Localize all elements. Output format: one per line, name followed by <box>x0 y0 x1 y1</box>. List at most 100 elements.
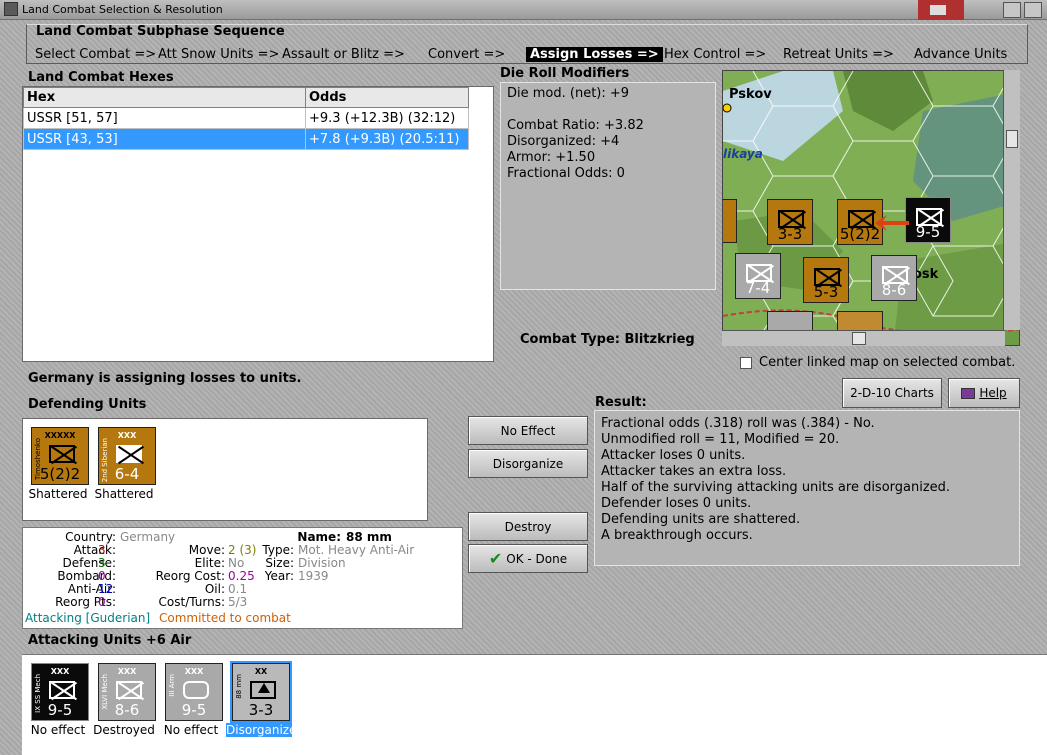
center-map-checkbox[interactable] <box>740 357 752 369</box>
attacking-unit-status: Destroyed <box>93 723 155 737</box>
modifier-combat-ratio: Combat Ratio: +3.82 <box>507 118 644 133</box>
modifier-armor: Armor: +1.50 <box>507 150 596 165</box>
result-line: Fractional odds (.318) roll was (.384) -… <box>601 416 875 431</box>
table-row[interactable]: USSR [51, 57] +9.3 (+12.3B) (32:12) <box>23 107 469 129</box>
unit-name: III Arm <box>168 674 176 697</box>
combat-type-label: Combat Type: Blitzkrieg <box>520 332 695 347</box>
map-counter[interactable]: 7-4 <box>735 253 781 299</box>
seq-select-combat: Select Combat => <box>35 47 157 62</box>
germany-flag-icon <box>918 0 964 20</box>
close-button[interactable] <box>1024 2 1042 18</box>
defending-unit-status: Shattered <box>94 487 154 501</box>
seq-assign-losses: Assign Losses => <box>526 47 663 62</box>
reorg-pts-label: Reorg Pts: <box>55 595 116 609</box>
map-label-river: likaya <box>723 147 763 161</box>
defending-unit-counter[interactable]: XXX 2nd Siberian 6-4 <box>98 427 156 485</box>
result-header: Result: <box>595 395 647 410</box>
counter-strength: 7-4 <box>745 279 771 297</box>
ok-done-label: OK - Done <box>506 551 568 566</box>
map-counter[interactable]: 3-3 <box>767 199 813 245</box>
seq-hex-control: Hex Control => <box>664 47 767 62</box>
defending-units-header: Defending Units <box>28 397 147 412</box>
unit-strength: 6-4 <box>114 465 140 483</box>
die-roll-modifiers-panel: Die mod. (net): +9 Combat Ratio: +3.82 D… <box>500 82 716 290</box>
result-line: Defender loses 0 units. <box>601 496 752 511</box>
die-roll-modifiers-header: Die Roll Modifiers <box>500 66 630 81</box>
center-map-label: Center linked map on selected combat. <box>759 355 1016 370</box>
unit-strength: 9-5 <box>47 701 73 719</box>
window-title: Land Combat Selection & Resolution <box>22 3 223 16</box>
counter-strength: 3-3 <box>777 225 803 243</box>
hex-table: Hex Odds USSR [51, 57] +9.3 (+12.3B) (32… <box>23 87 469 150</box>
unit-name: 88 mm <box>235 674 243 699</box>
result-line: Defending units are shattered. <box>601 512 801 527</box>
help-label: Help <box>979 386 1007 400</box>
seq-retreat-units: Retreat Units => <box>783 47 894 62</box>
result-panel: Fractional odds (.318) roll was (.384) -… <box>594 410 1020 566</box>
attacking-unit-status: Disorganized <box>226 723 305 737</box>
map-counter[interactable]: 5-3 <box>803 257 849 303</box>
year-label: Year: <box>264 569 294 583</box>
result-line: A breakthrough occurs. <box>601 528 753 543</box>
map-label-pskov: Pskov <box>729 87 772 102</box>
attacking-unit-counter[interactable]: XXX IX SS Mech 9-5 <box>31 663 89 721</box>
combat-commit-status: Committed to combat <box>159 611 291 625</box>
country-value: Germany <box>120 530 176 544</box>
minimize-button[interactable] <box>1003 2 1021 18</box>
odds-cell[interactable]: +9.3 (+12.3B) (32:12) <box>305 107 469 129</box>
seq-assault-or-blitz: Assault or Blitz => <box>282 47 405 62</box>
column-hex[interactable]: Hex <box>23 87 306 108</box>
disorganize-button[interactable]: Disorganize <box>468 449 588 478</box>
mini-map[interactable]: Pskov likaya osk 3-3 5(2)2 9-5 7-4 5-3 8… <box>722 70 1020 346</box>
seq-att-snow-units: Att Snow Units => <box>158 47 280 62</box>
attacking-unit-status: No effect <box>163 723 219 737</box>
help-book-icon <box>961 387 976 399</box>
hex-table-header: Hex Odds <box>23 87 469 108</box>
counter-strength: 8-6 <box>881 281 907 299</box>
attacking-unit-counter[interactable]: XXX III Arm 9-5 <box>165 663 223 721</box>
unit-strength: 8-6 <box>114 701 140 719</box>
subphase-sequence-title: Land Combat Subphase Sequence <box>36 24 285 39</box>
cost-turns-label: Cost/Turns: <box>158 595 225 609</box>
ok-done-button[interactable]: ✔ OK - Done <box>468 544 588 573</box>
result-line: Unmodified roll = 11, Modified = 20. <box>601 432 840 447</box>
hex-cell[interactable]: USSR [43, 53] <box>23 128 306 150</box>
title-bar: Land Combat Selection & Resolution <box>0 0 1047 20</box>
attacking-units-header: Attacking Units +6 Air <box>28 633 192 648</box>
unit-strength: 5(2)2 <box>39 465 81 483</box>
no-effect-button[interactable]: No Effect <box>468 416 588 445</box>
result-line: Attacker loses 0 units. <box>601 448 746 463</box>
checkmark-icon: ✔ <box>488 549 503 568</box>
hex-list-panel: Hex Odds USSR [51, 57] +9.3 (+12.3B) (32… <box>22 86 494 362</box>
attacking-unit-counter[interactable]: XXX XLVI Mech 8-6 <box>98 663 156 721</box>
help-button[interactable]: Help <box>948 378 1020 408</box>
attacking-leader: Attacking [Guderian] <box>25 611 151 625</box>
hex-cell[interactable]: USSR [51, 57] <box>23 107 306 129</box>
modifier-disorganized: Disorganized: +4 <box>507 134 620 149</box>
odds-cell[interactable]: +7.8 (+9.3B) (20.5:11) <box>305 128 469 150</box>
map-counter[interactable]: 8-6 <box>871 255 917 301</box>
modifier-fractional-odds: Fractional Odds: 0 <box>507 166 625 181</box>
map-counter[interactable] <box>723 199 737 243</box>
cost-turns-value: 5/3 <box>228 595 248 609</box>
attacking-unit-counter-selected[interactable]: XX 88 mm 3-3 <box>230 661 292 723</box>
counter-strength: 5-3 <box>813 283 839 301</box>
result-line: Half of the surviving attacking units ar… <box>601 480 951 495</box>
reorg-pts-value: 0 <box>98 595 106 609</box>
modifier-net: Die mod. (net): +9 <box>507 86 630 101</box>
year-value: 1939 <box>298 569 329 583</box>
map-horizontal-scrollbar[interactable] <box>722 330 1005 346</box>
2d10-charts-button[interactable]: 2-D-10 Charts <box>842 378 942 408</box>
defending-unit-status: Shattered <box>28 487 88 501</box>
seq-convert: Convert => <box>428 47 506 62</box>
land-combat-hexes-header: Land Combat Hexes <box>28 70 174 85</box>
defending-unit-counter[interactable]: XXXXX Timoshenko 5(2)2 <box>31 427 89 485</box>
table-row-selected[interactable]: USSR [43, 53] +7.8 (+9.3B) (20.5:11) <box>23 128 469 150</box>
result-line: Attacker takes an extra loss. <box>601 464 787 479</box>
map-vertical-scrollbar[interactable] <box>1003 70 1020 330</box>
anti-air-symbol-icon <box>250 681 276 699</box>
unit-info-panel: Country: Germany Attack: 3 Defense: 3 Bo… <box>22 527 463 629</box>
app-icon <box>4 2 18 16</box>
column-odds[interactable]: Odds <box>305 87 469 108</box>
destroy-button[interactable]: Destroy <box>468 512 588 541</box>
